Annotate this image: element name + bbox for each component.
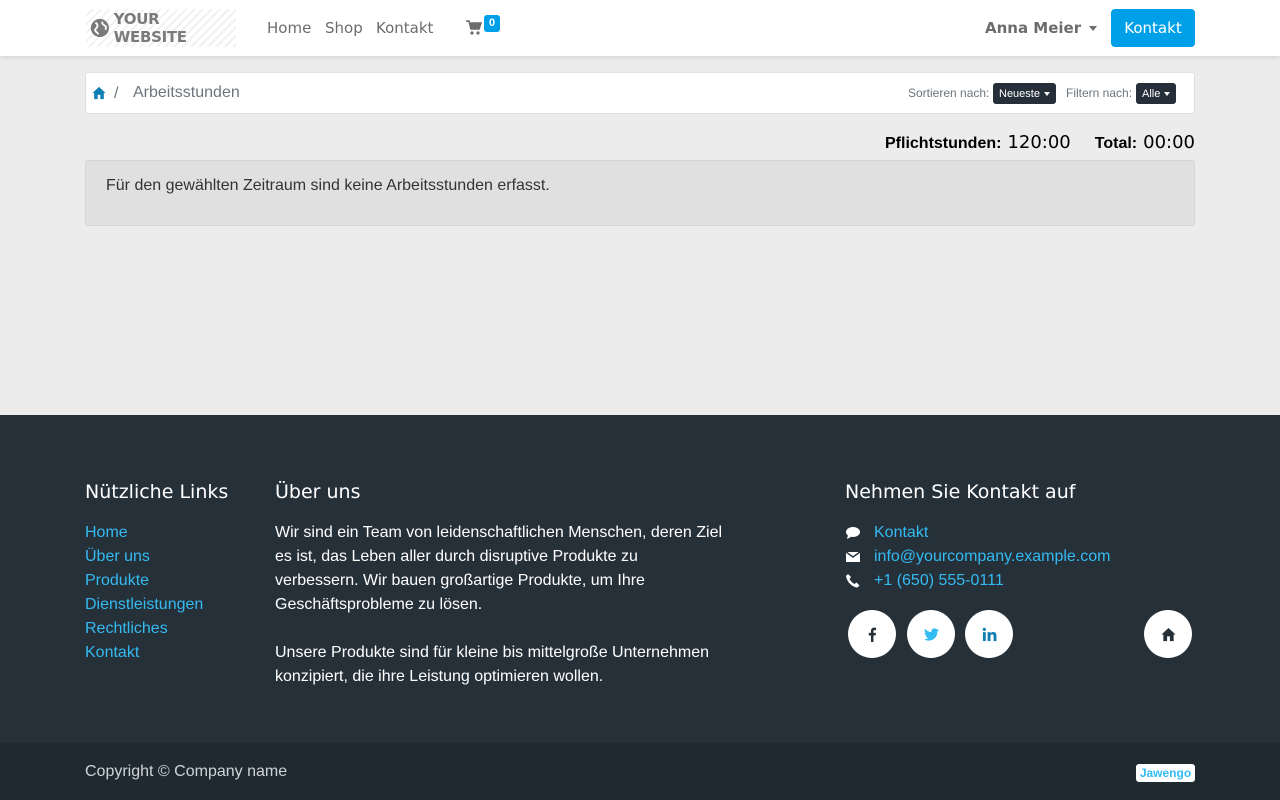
- empty-state-alert: Für den gewählten Zeitraum sind keine Ar…: [85, 160, 1195, 226]
- cart-count-badge: 0: [484, 15, 500, 32]
- nav-home[interactable]: Home: [267, 19, 311, 37]
- hours-totals: Pflichtstunden: 120:00 Total: 00:00: [885, 132, 1195, 153]
- footer-link-about[interactable]: Über uns: [85, 545, 203, 569]
- nav-shop[interactable]: Shop: [325, 19, 363, 37]
- home-icon: [1160, 627, 1176, 641]
- user-name: Anna Meier: [985, 19, 1082, 37]
- contact-row: Kontakt: [845, 521, 1111, 545]
- empty-state-message: Für den gewählten Zeitraum sind keine Ar…: [106, 177, 550, 194]
- required-hours-value: 120:00: [1007, 132, 1071, 153]
- breadcrumb-current: Arbeitsstunden: [133, 84, 240, 101]
- linkedin-icon: [982, 627, 996, 641]
- nav-kontakt[interactable]: Kontakt: [376, 19, 433, 37]
- email-link[interactable]: info@yourcompany.example.com: [874, 548, 1111, 566]
- footer-link-legal[interactable]: Rechtliches: [85, 617, 203, 641]
- breadcrumb: / Arbeitsstunden Sortieren nach: Neueste…: [85, 72, 1195, 114]
- home-icon[interactable]: [92, 86, 106, 100]
- jawengo-badge[interactable]: Jawengo: [1136, 764, 1195, 782]
- brand-logo[interactable]: YOUR WEBSITE: [86, 9, 236, 47]
- footer-contact-list: Kontakt info@yourcompany.example.com +1 …: [845, 521, 1111, 593]
- shopping-cart-icon[interactable]: [466, 20, 482, 36]
- sort-label: Sortieren nach:: [908, 86, 990, 100]
- footer-link-products[interactable]: Produkte: [85, 569, 203, 593]
- filter-label: Filtern nach:: [1066, 86, 1133, 100]
- comment-icon: [845, 525, 874, 541]
- total-hours-value: 00:00: [1143, 132, 1195, 153]
- footer-about-text: Wir sind ein Team von leidenschaftlichen…: [275, 521, 725, 689]
- chevron-down-icon: [1164, 91, 1171, 96]
- linkedin-button[interactable]: [965, 610, 1013, 658]
- breadcrumb-separator: /: [114, 85, 119, 102]
- twitter-icon: [923, 627, 939, 641]
- footer-link-home[interactable]: Home: [85, 521, 203, 545]
- sort-value: Neueste: [999, 87, 1040, 100]
- required-hours-label: Pflichtstunden:: [885, 135, 1002, 152]
- footer-links-title: Nützliche Links: [85, 481, 229, 503]
- brand-name: YOUR WEBSITE: [113, 10, 187, 46]
- footer: Nützliche Links Home Über uns Produkte D…: [0, 415, 1280, 743]
- envelope-icon: [845, 549, 874, 565]
- facebook-button[interactable]: [848, 610, 896, 658]
- filter-dropdown[interactable]: Alle: [1136, 83, 1177, 104]
- facebook-icon: [868, 627, 876, 642]
- total-hours-label: Total:: [1094, 135, 1138, 152]
- phone-icon: [845, 573, 874, 589]
- footer-link-services[interactable]: Dienstleistungen: [85, 593, 203, 617]
- footer-about-title: Über uns: [275, 481, 361, 503]
- globe-icon: [90, 18, 109, 38]
- about-paragraph-1: Wir sind ein Team von leidenschaftlichen…: [275, 524, 723, 613]
- about-paragraph-2: Unsere Produkte sind für kleine bis mitt…: [275, 644, 709, 685]
- user-menu-dropdown[interactable]: Anna Meier: [985, 19, 1098, 37]
- phone-row: +1 (650) 555-0111: [845, 569, 1111, 593]
- home-button[interactable]: [1144, 610, 1192, 658]
- footer-links: Home Über uns Produkte Dienstleistungen …: [85, 521, 203, 665]
- footer-contact-title: Nehmen Sie Kontakt auf: [845, 481, 1076, 503]
- chevron-down-icon: [1043, 91, 1050, 96]
- email-row: info@yourcompany.example.com: [845, 545, 1111, 569]
- twitter-button[interactable]: [907, 610, 955, 658]
- copyright-bar: Copyright © Company name Jawengo: [0, 743, 1280, 800]
- contact-button[interactable]: Kontakt: [1111, 9, 1195, 47]
- contact-link[interactable]: Kontakt: [874, 524, 928, 542]
- phone-link[interactable]: +1 (650) 555-0111: [874, 572, 1004, 590]
- chevron-down-icon: [1089, 25, 1098, 31]
- copyright-text: Copyright © Company name: [85, 763, 288, 780]
- sort-dropdown[interactable]: Neueste: [993, 83, 1056, 104]
- top-navbar: YOUR WEBSITE Home Shop Kontakt 0 Anna Me…: [0, 0, 1280, 56]
- filter-value: Alle: [1142, 87, 1161, 100]
- footer-link-contact[interactable]: Kontakt: [85, 641, 203, 665]
